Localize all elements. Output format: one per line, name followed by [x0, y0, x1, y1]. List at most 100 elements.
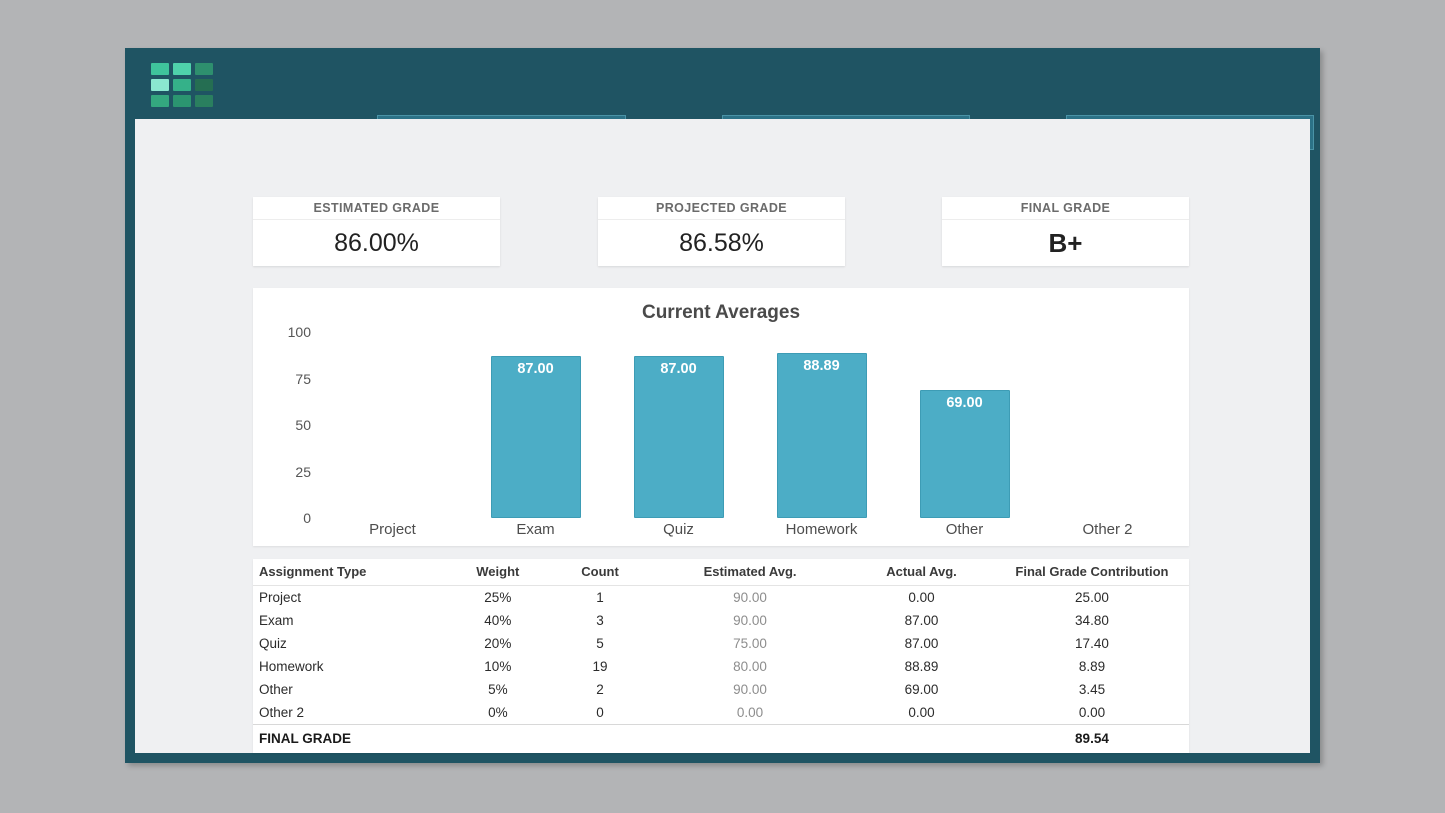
chart-bar[interactable]: 69.00 [920, 390, 1010, 518]
chart-bar[interactable]: 87.00 [491, 356, 581, 518]
column-header-count: Count [548, 559, 652, 586]
page-content: ESTIMATED GRADE 86.00% PROJECTED GRADE 8… [135, 119, 1310, 753]
estimated-grade-card: ESTIMATED GRADE 86.00% [253, 197, 500, 266]
cell-actual-avg: 69.00 [848, 678, 995, 701]
projected-grade-label: PROJECTED GRADE [598, 197, 845, 220]
projected-grade-value: 86.58% [598, 220, 845, 266]
cell-estimated-avg: 90.00 [652, 586, 848, 610]
total-weight [448, 725, 549, 754]
cell-count: 3 [548, 609, 652, 632]
cell-estimated-avg: 80.00 [652, 655, 848, 678]
cell-weight: 20% [448, 632, 549, 655]
cell-count: 19 [548, 655, 652, 678]
table-row: Project25%190.000.0025.00 [253, 586, 1189, 610]
chart-category-label: Quiz [607, 521, 750, 538]
chart-bar-value-label: 87.00 [635, 361, 723, 377]
table-row: Exam40%390.0087.0034.80 [253, 609, 1189, 632]
chart-bar-slot: 69.00 Other [893, 326, 1036, 538]
final-grade-value: B+ [942, 220, 1189, 266]
y-axis-tick: 0 [265, 510, 311, 526]
chart-bar-slot: 88.89 Homework [750, 326, 893, 538]
chart-category-label: Other 2 [1036, 521, 1179, 538]
cell-estimated-avg: 90.00 [652, 609, 848, 632]
cell-count: 0 [548, 701, 652, 725]
cell-weight: 5% [448, 678, 549, 701]
column-header-estimated-avg: Estimated Avg. [652, 559, 848, 586]
cell-weight: 40% [448, 609, 549, 632]
grade-breakdown-table: Assignment Type Weight Count Estimated A… [253, 559, 1189, 753]
cell-final-contribution: 17.40 [995, 632, 1189, 655]
table-header-row: Assignment Type Weight Count Estimated A… [253, 559, 1189, 586]
cell-assignment-type: Project [253, 586, 448, 610]
cell-count: 2 [548, 678, 652, 701]
chart-bar-slot: 87.00 Quiz [607, 326, 750, 538]
table-row: Homework10%1980.0088.898.89 [253, 655, 1189, 678]
chart-title: Current Averages [253, 302, 1189, 324]
final-grade-card: FINAL GRADE B+ [942, 197, 1189, 266]
app-window: Go Home Go to Setup Go to Assignments ES… [125, 48, 1320, 763]
current-averages-chart-card: Current Averages 1007550250 Project87.00… [253, 288, 1189, 546]
cell-count: 5 [548, 632, 652, 655]
table-row: Other5%290.0069.003.45 [253, 678, 1189, 701]
table-total-row: FINAL GRADE 89.54 [253, 725, 1189, 754]
chart-bar-slot: 87.00 Exam [464, 326, 607, 538]
chart-category-label: Homework [750, 521, 893, 538]
column-header-actual-avg: Actual Avg. [848, 559, 995, 586]
cell-estimated-avg: 90.00 [652, 678, 848, 701]
chart-category-label: Other [893, 521, 1036, 538]
final-grade-label: FINAL GRADE [942, 197, 1189, 220]
y-axis-tick: 25 [265, 464, 311, 480]
cell-assignment-type: Other 2 [253, 701, 448, 725]
cell-final-contribution: 3.45 [995, 678, 1189, 701]
y-axis-tick: 75 [265, 371, 311, 387]
chart-y-axis: 1007550250 [265, 326, 311, 538]
chart-bar[interactable]: 88.89 [777, 353, 867, 518]
cell-assignment-type: Other [253, 678, 448, 701]
table-row: Other 20%00.000.000.00 [253, 701, 1189, 725]
chart-bar-value-label: 88.89 [778, 358, 866, 374]
projected-grade-card: PROJECTED GRADE 86.58% [598, 197, 845, 266]
y-axis-tick: 50 [265, 417, 311, 433]
chart-bar-value-label: 87.00 [492, 361, 580, 377]
cell-estimated-avg: 0.00 [652, 701, 848, 725]
cell-final-contribution: 25.00 [995, 586, 1189, 610]
cell-weight: 0% [448, 701, 549, 725]
chart-bar-slot: Project [321, 326, 464, 538]
cell-count: 1 [548, 586, 652, 610]
cell-weight: 25% [448, 586, 549, 610]
column-header-assignment-type: Assignment Type [253, 559, 448, 586]
column-header-final-contribution: Final Grade Contribution [995, 559, 1189, 586]
chart-category-label: Exam [464, 521, 607, 538]
column-header-weight: Weight [448, 559, 549, 586]
cell-actual-avg: 0.00 [848, 701, 995, 725]
chart-bar-value-label: 69.00 [921, 395, 1009, 411]
estimated-grade-label: ESTIMATED GRADE [253, 197, 500, 220]
cell-actual-avg: 87.00 [848, 609, 995, 632]
chart-bar-slot: Other 2 [1036, 326, 1179, 538]
grid-logo-icon [151, 63, 217, 107]
cell-estimated-avg: 75.00 [652, 632, 848, 655]
chart-category-label: Project [321, 521, 464, 538]
total-actual [848, 725, 995, 754]
cell-final-contribution: 8.89 [995, 655, 1189, 678]
cell-assignment-type: Quiz [253, 632, 448, 655]
table-row: Quiz20%575.0087.0017.40 [253, 632, 1189, 655]
chart-plot-area: 1007550250 Project87.00Exam87.00Quiz88.8… [253, 326, 1189, 538]
chart-bars: Project87.00Exam87.00Quiz88.89Homework69… [321, 326, 1179, 538]
cell-assignment-type: Exam [253, 609, 448, 632]
total-count [548, 725, 652, 754]
cell-weight: 10% [448, 655, 549, 678]
total-label: FINAL GRADE [253, 725, 448, 754]
cell-final-contribution: 34.80 [995, 609, 1189, 632]
cell-actual-avg: 0.00 [848, 586, 995, 610]
chart-bar[interactable]: 87.00 [634, 356, 724, 518]
total-final-contribution: 89.54 [995, 725, 1189, 754]
total-estimated [652, 725, 848, 754]
cell-actual-avg: 88.89 [848, 655, 995, 678]
top-navigation-bar: Go Home Go to Setup Go to Assignments [125, 48, 1320, 119]
cell-actual-avg: 87.00 [848, 632, 995, 655]
grade-breakdown-card: Assignment Type Weight Count Estimated A… [253, 559, 1189, 753]
cell-final-contribution: 0.00 [995, 701, 1189, 725]
estimated-grade-value: 86.00% [253, 220, 500, 266]
cell-assignment-type: Homework [253, 655, 448, 678]
